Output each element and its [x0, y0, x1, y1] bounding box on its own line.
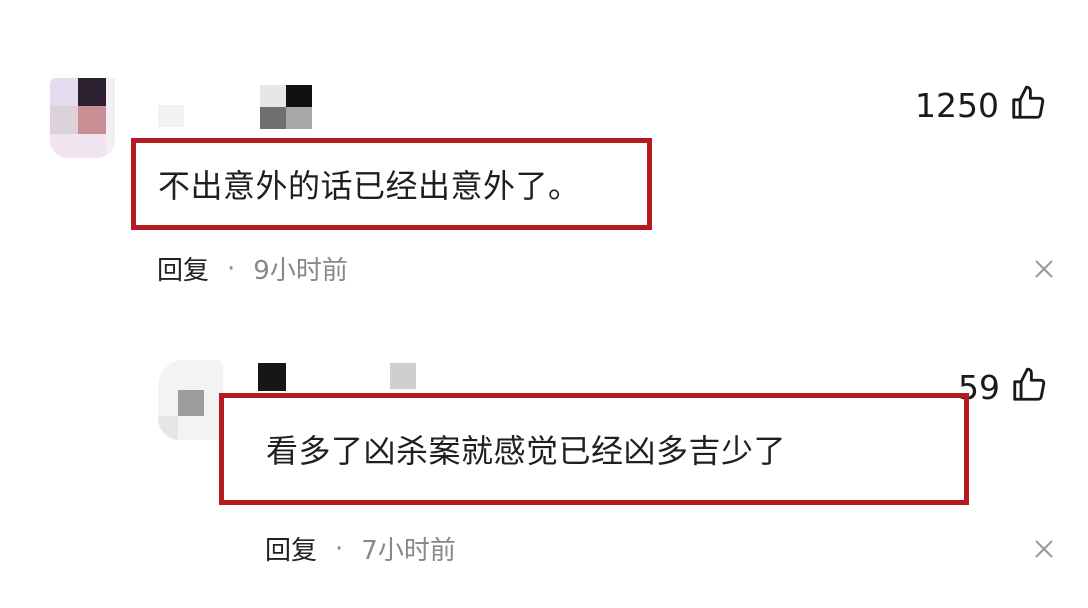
reply-button[interactable]: 回复: [265, 530, 317, 567]
timestamp: 9小时前: [253, 256, 348, 286]
username-obscured[interactable]: [258, 363, 428, 393]
avatar[interactable]: [50, 78, 115, 158]
comment-text: 看多了凶杀案就感觉已经凶多吉少了: [266, 432, 787, 470]
like-count: 1250: [915, 85, 999, 125]
like-group[interactable]: 59: [958, 366, 1048, 408]
timestamp: 7小时前: [361, 536, 456, 566]
username-obscured[interactable]: [150, 85, 320, 130]
comment-highlight-box: 看多了凶杀案就感觉已经凶多吉少了: [219, 393, 969, 505]
close-icon[interactable]: [1034, 259, 1054, 279]
separator-dot: ·: [227, 253, 236, 284]
thumbs-up-icon[interactable]: [1009, 84, 1047, 126]
thumbs-up-icon[interactable]: [1010, 366, 1048, 408]
comment-meta: 回复 · 7小时前: [265, 530, 456, 567]
separator-dot: ·: [335, 533, 344, 564]
like-group[interactable]: 1250: [915, 84, 1047, 126]
close-icon[interactable]: [1034, 539, 1054, 559]
avatar[interactable]: [158, 360, 223, 440]
comment-meta: 回复 · 9小时前: [157, 250, 348, 287]
reply-button[interactable]: 回复: [157, 250, 209, 287]
comment-text: 不出意外的话已经出意外了。: [158, 167, 581, 205]
comment-highlight-box: 不出意外的话已经出意外了。: [131, 138, 652, 230]
